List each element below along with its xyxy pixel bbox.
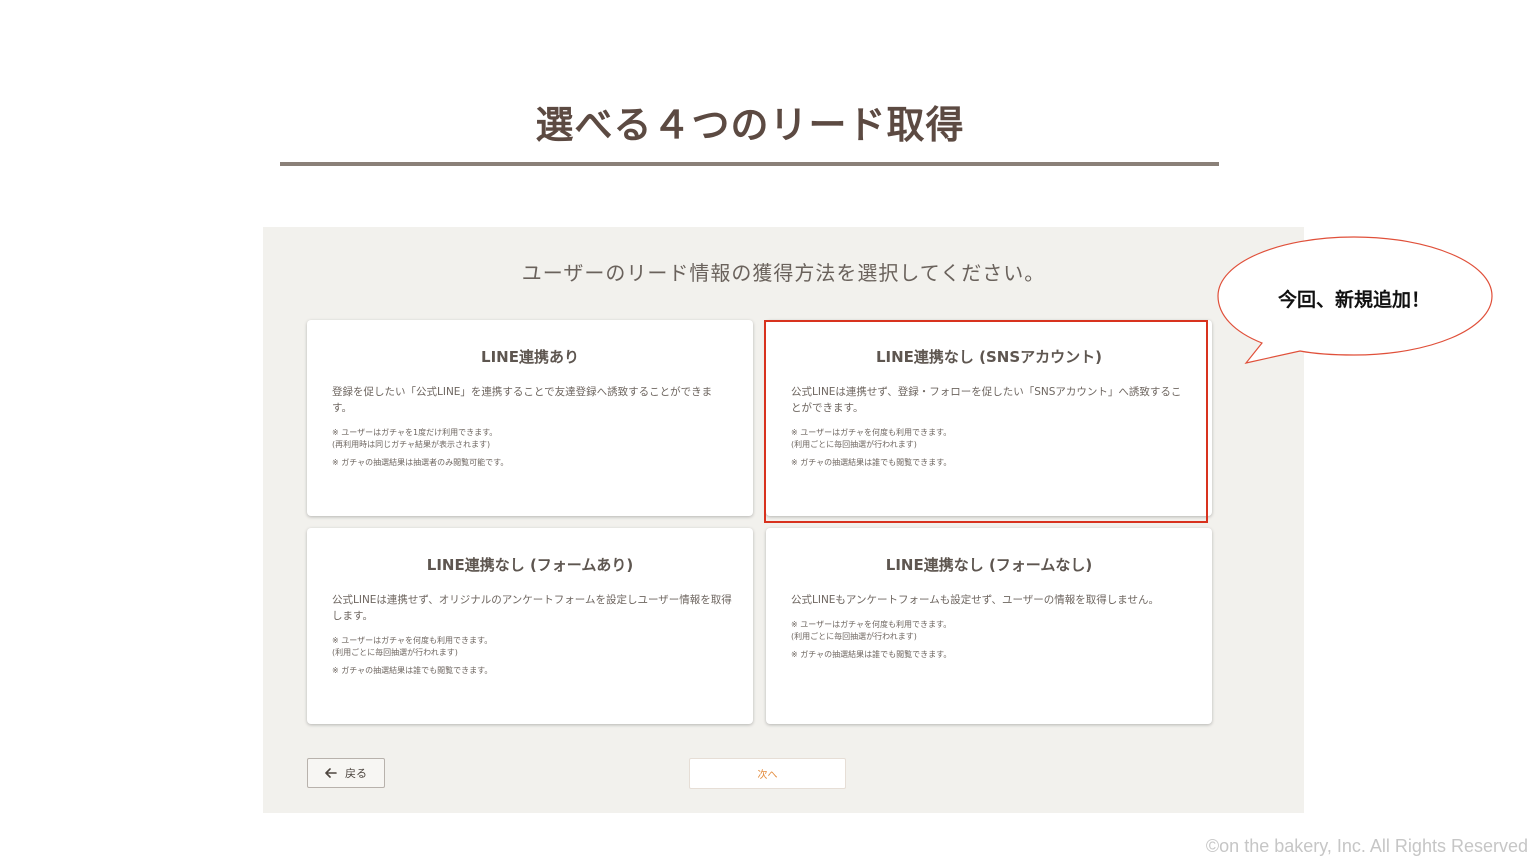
option-card-note: ※ ユーザーはガチャを何度も利用できます。	[791, 428, 952, 437]
lead-method-panel: ユーザーのリード情報の獲得方法を選択してください。 LINE連携あり 登録を促し…	[263, 227, 1304, 813]
option-card-line-linked[interactable]: LINE連携あり 登録を促したい「公式LINE」を連携することで友達登録へ誘致す…	[307, 320, 753, 516]
option-card-with-form[interactable]: LINE連携なし (フォームあり) 公式LINEは連携せず、オリジナルのアンケー…	[307, 528, 753, 724]
option-card-note: ※ ガチャの抽選結果は誰でも閲覧できます。	[791, 458, 952, 467]
option-card-title: LINE連携なし (フォームなし)	[885, 556, 1093, 574]
option-card-note: ※ ガチャの抽選結果は抽選者のみ閲覧可能です。	[332, 458, 509, 467]
panel-prompt: ユーザーのリード情報の獲得方法を選択してください。	[521, 261, 1046, 285]
option-card-notes: ※ ユーザーはガチャを1度だけ利用できます。 (再利用時は同じガチャ結果が表示さ…	[332, 427, 732, 469]
option-card-description: 公式LINEもアンケートフォームも設定せず、ユーザーの情報を取得しません。	[791, 594, 1159, 606]
option-card-title: LINE連携あり	[481, 348, 579, 366]
option-card-note: ※ ユーザーはガチャを何度も利用できます。	[332, 636, 493, 645]
next-button[interactable]: 次へ	[689, 758, 846, 789]
option-card-title: LINE連携なし (フォームあり)	[426, 556, 634, 574]
title-divider	[280, 162, 1219, 166]
option-card-description: 公式LINEは連携せず、オリジナルのアンケートフォームを設定しユーザー情報を取得…	[332, 594, 732, 622]
option-card-note: ※ ガチャの抽選結果は誰でも閲覧できます。	[791, 650, 952, 659]
option-card-description: 登録を促したい「公式LINE」を連携することで友達登録へ誘致することができます。	[332, 386, 713, 414]
option-card-notes: ※ ユーザーはガチャを何度も利用できます。 (利用ごとに毎回抽選が行われます) …	[791, 427, 1191, 469]
copyright-notice: ©on the bakery, Inc. All Rights Reserved	[1205, 836, 1528, 856]
option-card-no-form[interactable]: LINE連携なし (フォームなし) 公式LINEもアンケートフォームも設定せず、…	[766, 528, 1212, 724]
option-card-note: (利用ごとに毎回抽選が行われます)	[791, 440, 917, 449]
next-button-label: 次へ	[757, 770, 778, 781]
back-button[interactable]: 戻る	[307, 758, 385, 788]
new-feature-callout: 今回、新規追加！	[1216, 236, 1496, 366]
option-card-note: (利用ごとに毎回抽選が行われます)	[791, 632, 917, 641]
option-card-note: (再利用時は同じガチャ結果が表示されます)	[332, 440, 491, 449]
option-card-notes: ※ ユーザーはガチャを何度も利用できます。 (利用ごとに毎回抽選が行われます) …	[332, 635, 732, 677]
slide: 選べる４つのリード取得 ユーザーのリード情報の獲得方法を選択してください。 LI…	[0, 0, 1538, 864]
option-card-note: ※ ガチャの抽選結果は誰でも閲覧できます。	[332, 666, 493, 675]
callout-text: 今回、新規追加！	[1277, 289, 1430, 311]
option-card-description: 公式LINEは連携せず、登録・フォローを促したい「SNSアカウント」へ誘致するこ…	[791, 386, 1182, 414]
arrow-left-icon	[325, 768, 337, 778]
option-card-note: ※ ユーザーはガチャを1度だけ利用できます。	[332, 428, 498, 437]
option-card-title: LINE連携なし (SNSアカウント)	[875, 348, 1103, 366]
back-button-label: 戻る	[345, 767, 367, 780]
option-card-note: (利用ごとに毎回抽選が行われます)	[332, 648, 458, 657]
option-card-sns-account[interactable]: LINE連携なし (SNSアカウント) 公式LINEは連携せず、登録・フォローを…	[766, 320, 1212, 516]
option-card-notes: ※ ユーザーはガチャを何度も利用できます。 (利用ごとに毎回抽選が行われます) …	[791, 619, 1191, 661]
option-card-note: ※ ユーザーはガチャを何度も利用できます。	[791, 620, 952, 629]
slide-title: 選べる４つのリード取得	[535, 103, 965, 147]
